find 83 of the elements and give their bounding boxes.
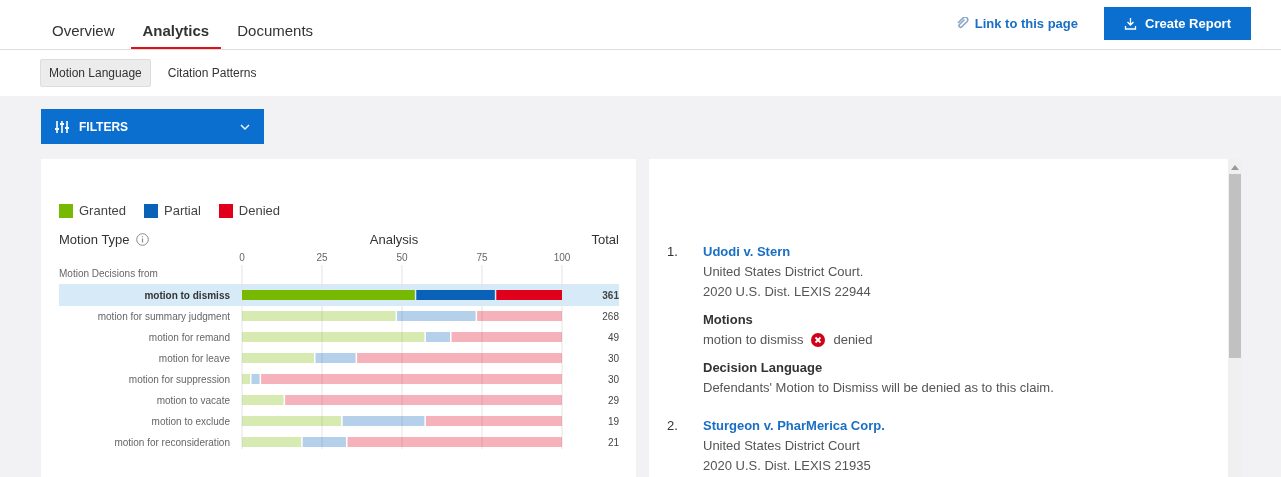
- court-name: United States District Court.: [703, 263, 865, 281]
- total-value: 21: [607, 437, 619, 448]
- tick-label: 50: [396, 252, 408, 263]
- tab[interactable]: Analytics: [130, 22, 222, 49]
- total-value: 361: [602, 290, 619, 301]
- bar-segment[interactable]: [251, 374, 260, 384]
- sub-tab[interactable]: Motion Language: [40, 59, 151, 87]
- tick-label: 100: [553, 252, 571, 263]
- legend-label: Partial: [164, 203, 201, 218]
- chevron-down-icon: [240, 123, 250, 130]
- bar-segment[interactable]: [477, 311, 562, 321]
- motion-result: denied: [833, 331, 873, 349]
- filters-button[interactable]: FILTERS: [41, 109, 264, 144]
- legend-label: Denied: [238, 203, 281, 218]
- bar-segment[interactable]: [242, 353, 314, 363]
- column-header: Total: [591, 232, 619, 247]
- total-value: 30: [607, 374, 619, 385]
- list-number: 2.: [667, 417, 679, 435]
- bar-segment[interactable]: [285, 395, 562, 405]
- scroll-up-icon[interactable]: [1231, 165, 1239, 170]
- bar-segment[interactable]: [242, 416, 342, 426]
- legend-swatch: [59, 203, 73, 218]
- bar-segment[interactable]: [242, 290, 415, 300]
- category-label: motion for remand: [148, 332, 230, 343]
- bar-segment[interactable]: [242, 311, 396, 321]
- paperclip-icon: [955, 17, 969, 30]
- bar-segment[interactable]: [416, 290, 495, 300]
- legend-swatch: [218, 203, 233, 218]
- total-value: 29: [607, 395, 619, 406]
- column-header: Analysis: [368, 232, 420, 247]
- denied-icon: [811, 333, 826, 347]
- bar-segment[interactable]: [496, 290, 562, 300]
- category-label: motion to dismiss: [144, 290, 230, 301]
- bar-segment[interactable]: [315, 353, 356, 363]
- group-label: Motion Decisions from: [59, 268, 158, 279]
- section-label: Motions: [703, 311, 754, 329]
- court-name: United States District Court: [703, 437, 861, 455]
- category-label: motion to exclude: [151, 416, 230, 427]
- column-header: Motion Type: [59, 232, 130, 247]
- bar-segment[interactable]: [451, 332, 562, 342]
- motion-name: motion to dismiss: [703, 331, 804, 349]
- bar-segment[interactable]: [242, 395, 284, 405]
- category-label: motion for summary judgment: [97, 311, 230, 322]
- total-value: 19: [607, 416, 619, 427]
- create-report-button[interactable]: Create Report: [1104, 7, 1251, 40]
- bar-segment[interactable]: [425, 416, 562, 426]
- total-value: 49: [607, 332, 619, 343]
- tick-label: 0: [239, 252, 245, 263]
- citation: 2020 U.S. Dist. LEXIS 22944: [703, 283, 872, 301]
- tick-label: 75: [476, 252, 488, 263]
- category-label: motion for leave: [158, 353, 230, 364]
- bar-segment[interactable]: [342, 416, 425, 426]
- tab[interactable]: Documents: [225, 22, 326, 49]
- scrollbar-thumb[interactable]: [1229, 174, 1241, 358]
- bar-segment[interactable]: [357, 353, 562, 363]
- total-value: 268: [602, 311, 619, 322]
- bar-segment[interactable]: [425, 332, 450, 342]
- sliders-icon: [55, 119, 69, 134]
- info-icon: [135, 233, 149, 246]
- tab[interactable]: Overview: [40, 22, 127, 49]
- link-to-page[interactable]: Link to this page: [955, 16, 1079, 31]
- category-label: motion to vacate: [156, 395, 230, 406]
- tick-label: 25: [316, 252, 328, 263]
- case-link[interactable]: Udodi v. Stern: [703, 242, 1054, 262]
- case-link[interactable]: Sturgeon v. PharMerica Corp.: [703, 416, 885, 436]
- bar-segment[interactable]: [242, 437, 302, 447]
- bar-segment[interactable]: [347, 437, 562, 447]
- bar-segment[interactable]: [242, 332, 425, 342]
- bar-segment[interactable]: [397, 311, 476, 321]
- bar-segment[interactable]: [242, 374, 250, 384]
- category-label: motion for suppression: [128, 374, 230, 385]
- legend-swatch: [144, 203, 158, 218]
- category-label: motion for reconsideration: [114, 437, 230, 448]
- total-value: 30: [607, 353, 619, 364]
- bar-segment[interactable]: [302, 437, 346, 447]
- list-number: 1.: [667, 243, 679, 261]
- sub-tab[interactable]: Citation Patterns: [158, 59, 266, 87]
- bar-segment[interactable]: [261, 374, 562, 384]
- decision-text: Defendants' Motion to Dismiss will be denied as to this claim.: [703, 379, 1054, 397]
- citation: 2020 U.S. Dist. LEXIS 21935: [703, 457, 872, 475]
- download-icon: [1124, 17, 1138, 30]
- legend-label: Granted: [79, 203, 126, 218]
- section-label: Decision Language: [703, 359, 824, 377]
